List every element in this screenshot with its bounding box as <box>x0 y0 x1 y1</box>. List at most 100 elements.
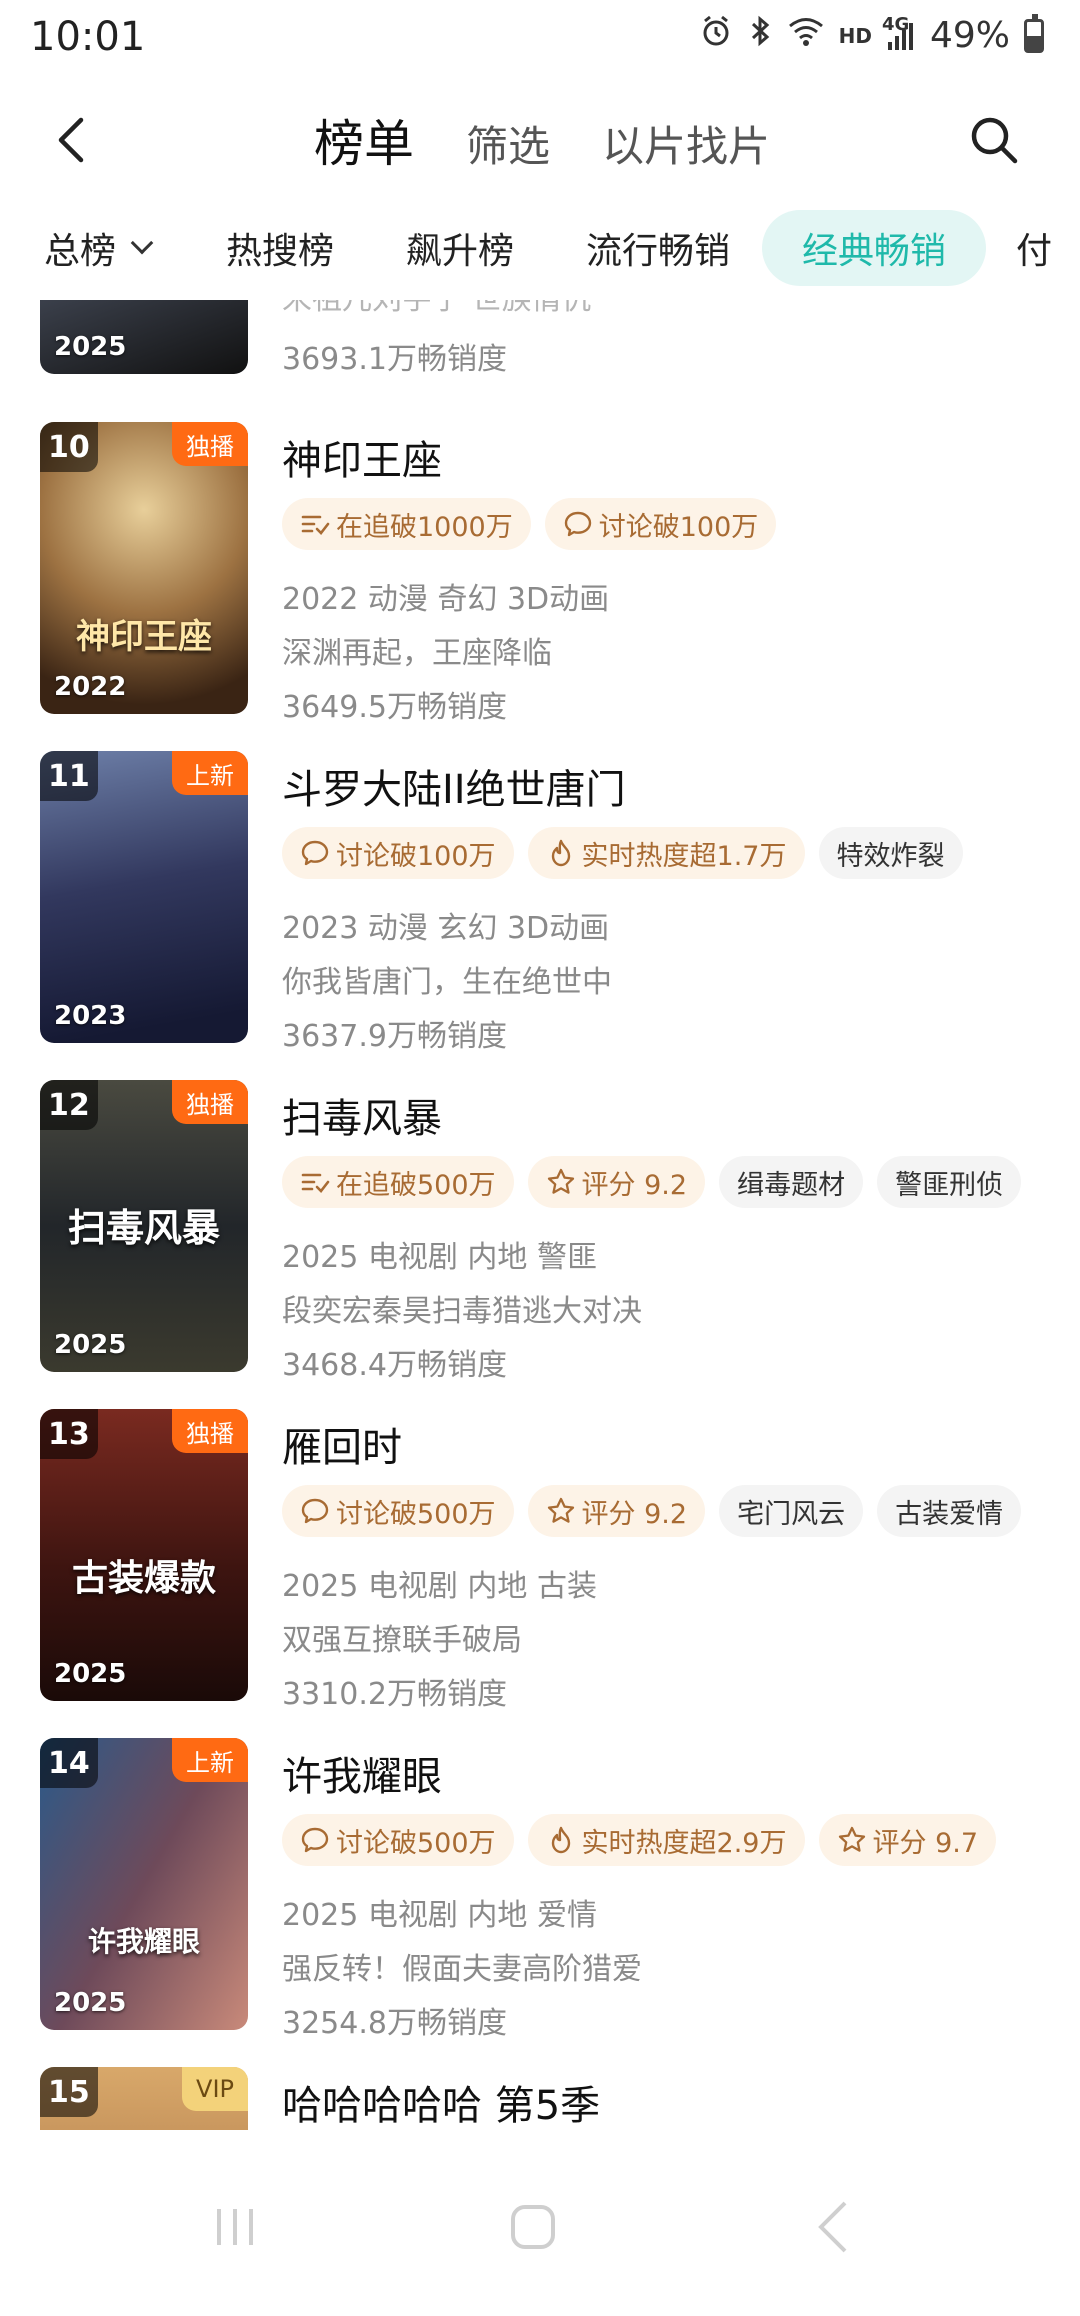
tab-ranking[interactable]: 榜单 <box>314 104 414 176</box>
category-hot-search[interactable]: 热搜榜 <box>226 210 334 286</box>
rank-number: 14 <box>40 1738 98 1788</box>
item-sales: 3310.2万畅销度 <box>282 1677 507 1712</box>
item-meta: 2025 电视剧 内地 爱情 <box>282 1898 597 1933</box>
tag-text: 实时热度超1.7万 <box>581 840 787 872</box>
tag-text: 讨论破100万 <box>336 840 496 872</box>
category-label: 总榜 <box>44 231 117 272</box>
tag-discussion: 讨论破100万 <box>544 498 777 550</box>
battery-percent: 49% <box>929 15 1010 56</box>
list-item[interactable]: 14 上新 许我耀眼 2025 许我耀眼 讨论破500万 实时热度超2.9万 评… <box>0 1738 1080 2041</box>
category-rising[interactable]: 飙升榜 <box>406 210 514 286</box>
list-item[interactable]: 11 上新 2023 斗罗大陆II绝世唐门 讨论破100万 实时热度超1.7万 … <box>0 751 1080 1054</box>
item-meta: 2023 动漫 玄幻 3D动画 <box>282 911 610 946</box>
poster-year: 2025 <box>54 1988 127 2018</box>
search-button[interactable] <box>954 98 1034 182</box>
poster-image: 13 独播 古装爆款 2025 <box>40 1409 248 1701</box>
tag-discussion: 讨论破500万 <box>282 1485 514 1537</box>
flame-icon <box>551 839 570 867</box>
item-title[interactable]: 神印王座 <box>282 428 442 486</box>
item-title[interactable]: 雁回时 <box>282 1415 402 1473</box>
poster-year: 2025 <box>54 1330 127 1360</box>
chat-bubble-icon <box>301 1498 329 1524</box>
item-title[interactable]: 斗罗大陆II绝世唐门 <box>282 757 626 815</box>
list-item[interactable]: 2025 宋祖儿刘宇宁 世族情仇 3693.1万畅销度 <box>0 300 1080 377</box>
tag-discussion: 讨论破500万 <box>282 1814 514 1866</box>
list-item[interactable]: 15 VIP 哈哈哈哈哈 第5季 <box>0 2067 1080 2130</box>
star-icon <box>547 1497 574 1523</box>
item-meta: 2025 电视剧 内地 古装 <box>282 1569 597 1604</box>
tag-tracking: 在追破1000万 <box>282 498 531 550</box>
tag-text: 评分 9.2 <box>581 1498 688 1530</box>
tag-text: 讨论破100万 <box>598 511 759 543</box>
poster-year: 2025 <box>54 332 127 362</box>
new-badge: 上新 <box>172 1738 248 1782</box>
poster-title-art: 许我耀眼 <box>87 1925 200 1958</box>
tag-rating: 评分 9.2 <box>527 1485 706 1537</box>
tag-list: 讨论破100万 实时热度超1.7万 特效炸裂 <box>282 827 963 879</box>
header-tabs: 榜单 筛选 以片找片 <box>314 104 770 176</box>
item-description: 深渊再起，王座降临 <box>282 636 552 671</box>
star-icon <box>547 1168 574 1194</box>
list-item[interactable]: 10 独播 神印王座 2022 神印王座 在追破1000万 讨论破100万 20… <box>0 422 1080 725</box>
category-paid[interactable]: 付 <box>1016 210 1052 286</box>
status-time: 10:01 <box>30 14 146 60</box>
poster-image: 11 上新 2023 <box>40 751 248 1043</box>
list-check-icon <box>301 515 330 535</box>
top-header: 榜单 筛选 以片找片 <box>0 80 1080 200</box>
poster-title-art: 古装爆款 <box>71 1557 216 1599</box>
poster-year: 2023 <box>54 1001 127 1031</box>
tab-find-by-clip[interactable]: 以片找片 <box>602 113 770 174</box>
rank-number: 12 <box>40 1080 98 1130</box>
exclusive-badge: 独播 <box>172 1080 248 1124</box>
category-total[interactable]: 总榜 <box>44 210 154 286</box>
tag-rating: 评分 9.2 <box>527 1156 706 1208</box>
chat-bubble-icon <box>301 1827 329 1853</box>
tag-text: 评分 9.7 <box>872 1827 979 1859</box>
home-button[interactable] <box>488 2182 578 2272</box>
item-title[interactable]: 扫毒风暴 <box>282 1086 442 1144</box>
tag-genre: 警匪刑侦 <box>877 1156 1022 1208</box>
poster-year: 2025 <box>54 1659 127 1689</box>
recent-apps-icon <box>217 2209 253 2245</box>
item-description: 双强互撩联手破局 <box>282 1623 522 1658</box>
category-classic-sales[interactable]: 经典畅销 <box>762 210 987 286</box>
category-tabs: 总榜 热搜榜 飙升榜 流行畅销 经典畅销 付 <box>0 210 1080 290</box>
poster-image: 15 VIP <box>40 2067 248 2130</box>
item-title[interactable]: 许我耀眼 <box>282 1744 442 1802</box>
signal-icon: 4G <box>882 14 916 52</box>
rank-number: 11 <box>40 751 98 801</box>
tag-text: 评分 9.2 <box>581 1169 688 1201</box>
item-meta: 2022 动漫 奇幻 3D动画 <box>282 582 610 617</box>
item-description: 强反转！假面夫妻高阶猎爱 <box>282 1952 642 1987</box>
poster-image: 10 独播 神印王座 2022 <box>40 422 248 714</box>
battery-fill <box>1027 35 1041 50</box>
tag-tracking: 在追破500万 <box>282 1156 514 1208</box>
item-meta: 宋祖儿刘宇宁 世族情仇 <box>282 300 592 318</box>
nav-back-button[interactable] <box>788 2182 878 2272</box>
flame-icon <box>551 1826 570 1854</box>
ranking-list[interactable]: 2025 宋祖儿刘宇宁 世族情仇 3693.1万畅销度 10 独播 神印王座 2… <box>0 300 1080 2130</box>
tag-text: 在追破500万 <box>336 1169 496 1201</box>
tag-list: 在追破500万 评分 9.2 缉毒题材 警匪刑侦 <box>282 1156 1022 1208</box>
category-popular-sales[interactable]: 流行畅销 <box>586 210 730 286</box>
status-bar: 10:01 HD 4G 49% <box>0 0 1080 80</box>
back-button[interactable] <box>40 98 100 182</box>
item-title[interactable]: 哈哈哈哈哈 第5季 <box>282 2073 600 2130</box>
tab-filter[interactable]: 筛选 <box>466 113 550 174</box>
rank-number: 10 <box>40 422 98 472</box>
list-check-icon <box>301 1173 330 1193</box>
list-item[interactable]: 13 独播 古装爆款 2025 雁回时 讨论破500万 评分 9.2 宅门风云 … <box>0 1409 1080 1712</box>
tag-genre: 宅门风云 <box>719 1485 864 1537</box>
poster-image: 14 上新 许我耀眼 2025 <box>40 1738 248 2030</box>
chat-bubble-icon <box>564 511 591 537</box>
tag-genre: 特效炸裂 <box>818 827 963 879</box>
back-icon <box>818 2201 847 2253</box>
recent-apps-button[interactable] <box>190 2182 280 2272</box>
item-sales: 3637.9万畅销度 <box>282 1019 507 1054</box>
rank-number: 15 <box>40 2067 98 2117</box>
rank-number: 13 <box>40 1409 98 1459</box>
vip-badge: VIP <box>182 2067 248 2111</box>
list-item[interactable]: 12 独播 扫毒风暴 2025 扫毒风暴 在追破500万 评分 9.2 缉毒题材… <box>0 1080 1080 1383</box>
search-icon <box>971 117 1018 164</box>
hd-indicator: HD <box>838 23 872 48</box>
